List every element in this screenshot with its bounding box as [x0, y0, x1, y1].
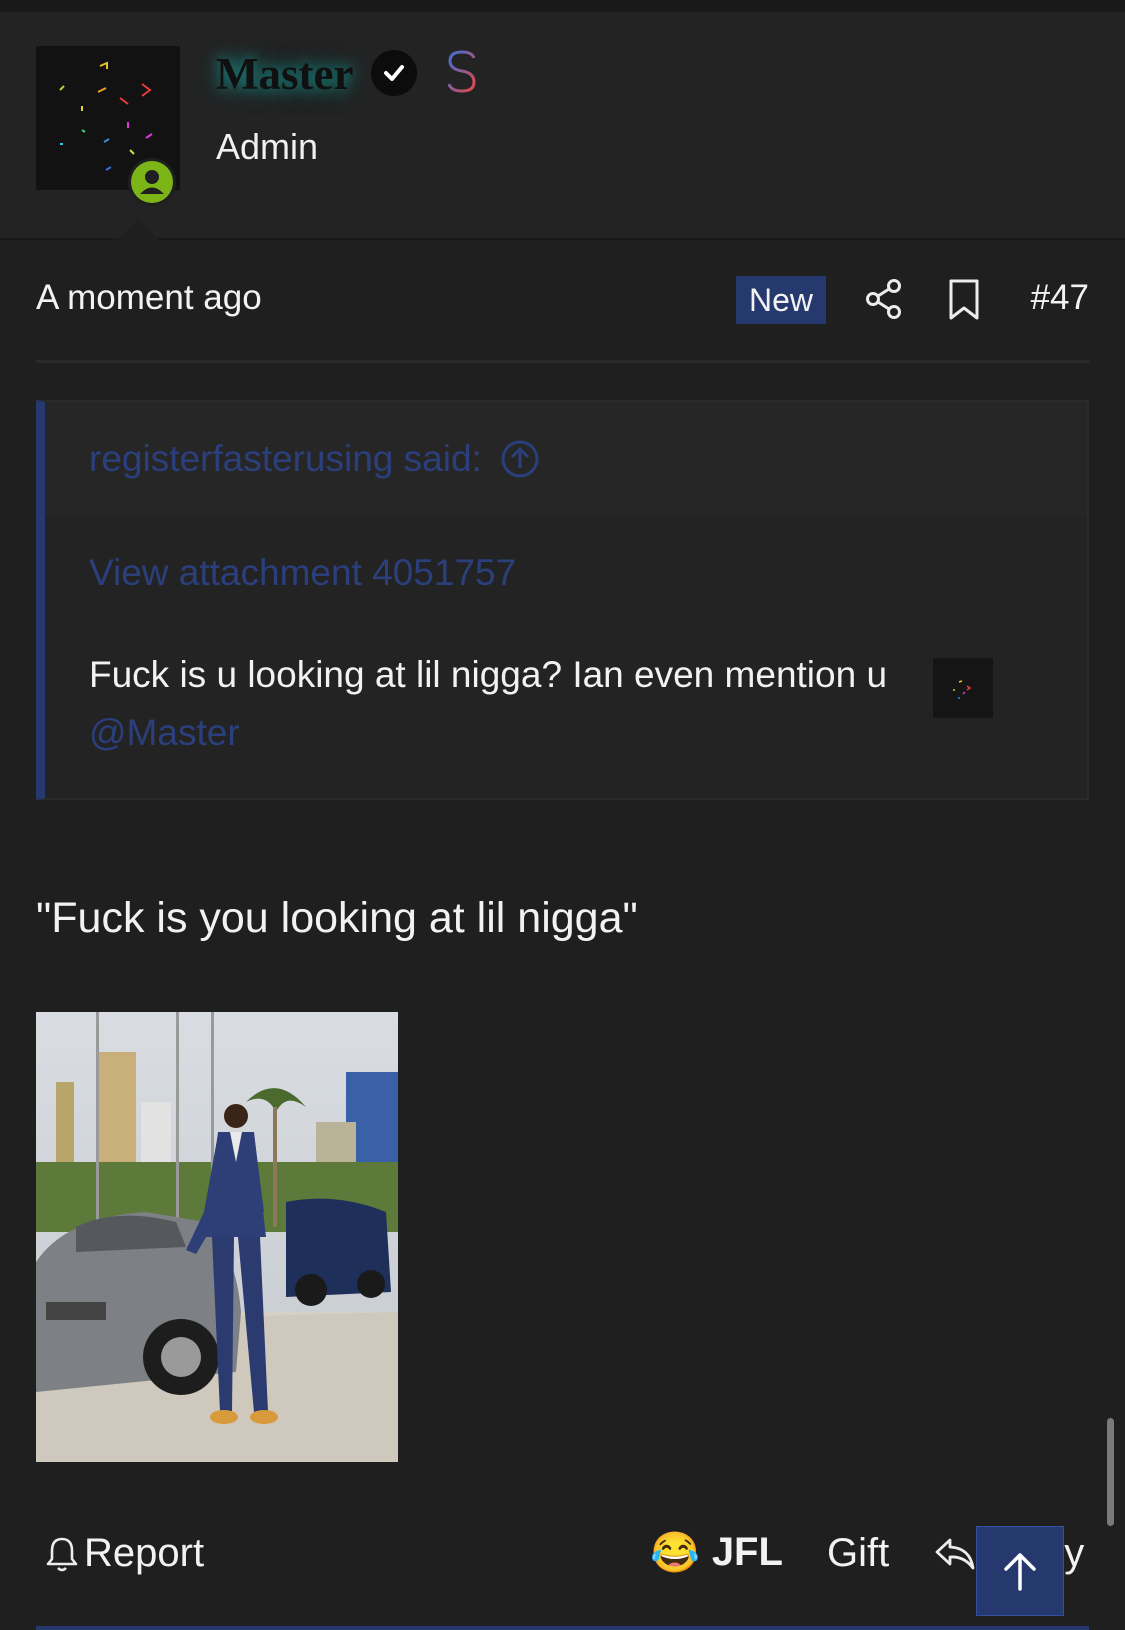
view-attachment-link[interactable]: View attachment 4051757: [89, 552, 516, 594]
meta-divider: [36, 360, 1089, 363]
laughing-crying-emoji-icon: 😂: [650, 1531, 700, 1575]
post-image[interactable]: [36, 1012, 398, 1462]
username[interactable]: Master: [216, 48, 353, 100]
quote-block: registerfasterusing said: View attachmen…: [36, 400, 1089, 800]
scrollbar-thumb[interactable]: [1107, 1418, 1114, 1526]
reaction-button[interactable]: 😂 JFL: [650, 1529, 783, 1576]
scroll-to-top-button[interactable]: [976, 1526, 1064, 1616]
post-meta-row: A moment ago New #47: [36, 264, 1089, 336]
top-strip: [0, 0, 1125, 12]
share-icon[interactable]: [864, 278, 904, 325]
online-user-icon: [131, 161, 173, 203]
verified-check-icon: [371, 50, 417, 96]
photo-man-suit-car: [36, 1012, 398, 1462]
online-status: [128, 158, 176, 206]
report-button[interactable]: Report: [44, 1531, 204, 1576]
post-body-text: "Fuck is you looking at lil nigga": [36, 894, 638, 942]
post-actions: Report 😂 JFL Gift Reply: [36, 1525, 1089, 1585]
reply-arrow-icon: [935, 1538, 975, 1569]
arrow-up-circle-icon[interactable]: [500, 439, 540, 479]
inline-emoji-icon: [933, 658, 993, 718]
quote-author-label: registerfasterusing said:: [89, 438, 482, 479]
quote-header: registerfasterusing said:: [45, 402, 1087, 516]
gift-button[interactable]: Gift: [827, 1531, 889, 1576]
reaction-label: JFL: [711, 1530, 783, 1574]
report-label: Report: [84, 1531, 205, 1575]
user-title: Admin: [216, 126, 319, 167]
user-block-caret: [106, 219, 170, 251]
post-number-link[interactable]: #47: [1031, 278, 1089, 318]
quote-text: Fuck is u looking at lil nigga? Ian even…: [89, 654, 888, 695]
quote-author-link[interactable]: registerfasterusing said:: [89, 438, 540, 480]
bottom-accent-line: [36, 1626, 1089, 1630]
dollar-icon: [442, 44, 482, 105]
user-block: Master Admin: [0, 12, 1125, 251]
bookmark-icon[interactable]: [947, 278, 981, 327]
arrow-up-icon: [1004, 1553, 1036, 1591]
user-mention-link[interactable]: @Master: [89, 712, 240, 754]
post-time[interactable]: A moment ago: [36, 278, 262, 318]
bell-icon: [46, 1537, 78, 1571]
new-badge: New: [736, 276, 826, 324]
